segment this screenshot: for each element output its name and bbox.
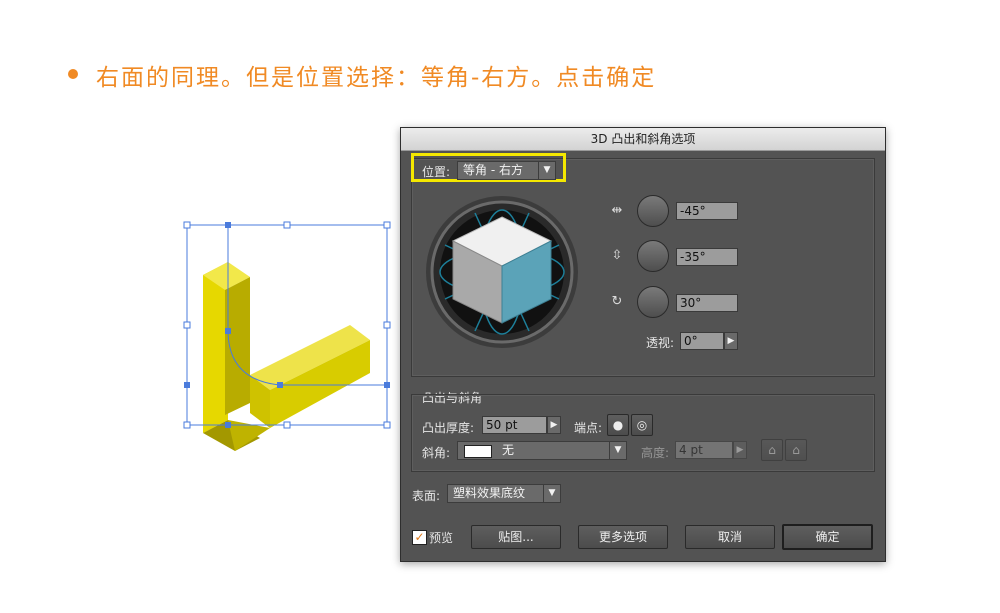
perspective-field[interactable]: 0° bbox=[680, 332, 724, 350]
rotate-x-field[interactable]: -45° bbox=[676, 202, 738, 220]
more-options-button[interactable]: 更多选项 bbox=[578, 525, 668, 549]
dialog-title[interactable]: 3D 凸出和斜角选项 bbox=[401, 128, 885, 151]
ok-button[interactable]: 确定 bbox=[782, 524, 873, 550]
bevel-preview-icon bbox=[464, 445, 492, 458]
instruction-heading: 右面的同理。但是位置选择：等角-右方。点击确定 bbox=[96, 65, 657, 91]
bevel-value: 无 bbox=[502, 443, 515, 457]
3d-l-object[interactable] bbox=[180, 215, 395, 465]
rotate-y-field[interactable]: -35° bbox=[676, 248, 738, 266]
depth-field[interactable]: 50 pt bbox=[482, 416, 547, 434]
chevron-down-icon: ▼ bbox=[538, 162, 555, 179]
preview-checkbox[interactable]: ✓ bbox=[412, 530, 427, 545]
position-dropdown[interactable]: 等角 - 右方 ▼ bbox=[457, 161, 556, 180]
bevel-label: 斜角: bbox=[422, 446, 451, 460]
bevel-dropdown[interactable]: 无 ▼ bbox=[457, 441, 627, 460]
cap-on-button[interactable]: ● bbox=[607, 414, 629, 436]
depth-stepper[interactable]: ▶ bbox=[547, 416, 561, 434]
rotate-z-dial[interactable] bbox=[637, 286, 669, 318]
map-button[interactable]: 贴图... bbox=[471, 525, 561, 549]
preview-label[interactable]: 预览 bbox=[429, 529, 453, 546]
height-label: 高度: bbox=[641, 446, 670, 460]
perspective-stepper[interactable]: ▶ bbox=[724, 332, 738, 350]
cap-off-icon: ◎ bbox=[636, 418, 648, 432]
3d-extrude-bevel-dialog: 3D 凸出和斜角选项 位置: 等角 - 右方 ▼ ⇹ -45° ⇳ -35° ↻… bbox=[400, 127, 886, 562]
rotate-x-dial[interactable] bbox=[637, 195, 669, 227]
bevel-in-icon: ⌂ bbox=[792, 443, 800, 457]
surface-value: 塑料效果底纹 bbox=[453, 486, 526, 500]
position-label: 位置: bbox=[422, 165, 451, 179]
height-field[interactable]: 4 pt bbox=[675, 441, 733, 459]
cancel-button[interactable]: 取消 bbox=[685, 525, 775, 549]
depth-label: 凸出厚度: bbox=[422, 421, 475, 435]
chevron-down-icon: ▼ bbox=[543, 485, 560, 502]
surface-dropdown[interactable]: 塑料效果底纹 ▼ bbox=[447, 484, 561, 503]
bevel-out-icon: ⌂ bbox=[768, 443, 776, 457]
surface-label: 表面: bbox=[412, 489, 441, 503]
cap-on-icon: ● bbox=[612, 418, 624, 432]
cap-label: 端点: bbox=[574, 421, 603, 435]
rotate-y-dial[interactable] bbox=[637, 240, 669, 272]
rotate-z-field[interactable]: 30° bbox=[676, 294, 738, 312]
chevron-down-icon: ▼ bbox=[609, 442, 626, 459]
height-stepper[interactable]: ▶ bbox=[733, 441, 747, 459]
cap-off-button[interactable]: ◎ bbox=[631, 414, 653, 436]
rotation-track-cube[interactable] bbox=[425, 195, 580, 350]
bullet-dot bbox=[68, 69, 78, 79]
bevel-out-button[interactable]: ⌂ bbox=[761, 439, 783, 461]
position-value: 等角 - 右方 bbox=[463, 163, 523, 177]
rotate-z-icon: ↻ bbox=[611, 294, 623, 309]
rotate-x-icon: ⇹ bbox=[611, 203, 623, 218]
check-icon: ✓ bbox=[414, 530, 425, 544]
rotate-y-icon: ⇳ bbox=[611, 248, 623, 263]
bevel-in-button[interactable]: ⌂ bbox=[785, 439, 807, 461]
l-bar-side bbox=[225, 277, 250, 415]
perspective-label: 透视: bbox=[646, 336, 675, 350]
